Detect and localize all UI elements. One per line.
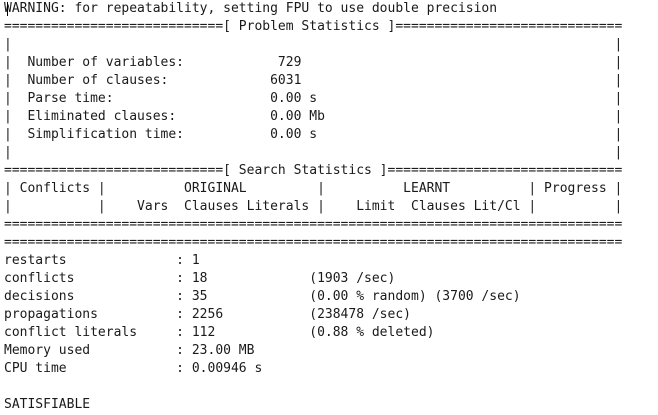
search-table-header-row-1: | Conflicts | ORIGINAL | LEARNT | Progre… — [4, 181, 623, 196]
stat-number-of-variables: | Number of variables: 729 | — [4, 55, 623, 70]
result-decisions: decisions : 35 (0.00 % random) (3700 /se… — [4, 289, 521, 304]
search-statistics-header: ============================[ Search Sta… — [4, 163, 623, 178]
stat-eliminated-clauses: | Eliminated clauses: 0.00 Mb | — [4, 109, 623, 124]
console-output[interactable]: WARNING: for repeatability, setting FPU … — [4, 0, 654, 415]
separator-line: ========================================… — [4, 217, 623, 232]
stat-simplification-time: | Simplification time: 0.00 s | — [4, 127, 623, 142]
problem-statistics-blank-top: | | — [4, 37, 623, 52]
stat-parse-time: | Parse time: 0.00 s | — [4, 91, 623, 106]
satisfiable-status: SATISFIABLE — [4, 397, 91, 412]
result-conflict-literals: conflict literals : 112 (0.88 % deleted) — [4, 325, 435, 340]
separator-line: ========================================… — [4, 235, 623, 250]
problem-statistics-header: ============================[ Problem St… — [4, 19, 623, 34]
result-propagations: propagations : 2256 (238478 /sec) — [4, 307, 411, 322]
result-conflicts: conflicts : 18 (1903 /sec) — [4, 271, 396, 286]
problem-statistics-blank-bottom: | | — [4, 145, 623, 160]
search-table-header-row-2: | | Vars Clauses Literals | Limit Clause… — [4, 199, 623, 214]
result-memory-used: Memory used : 23.00 MB — [4, 343, 255, 358]
result-cpu-time: CPU time : 0.00946 s — [4, 361, 263, 376]
stat-number-of-clauses: | Number of clauses: 6031 | — [4, 73, 623, 88]
result-restarts: restarts : 1 — [4, 253, 200, 268]
text-cursor — [7, 2, 8, 16]
warning-line: WARNING: for repeatability, setting FPU … — [4, 1, 498, 16]
